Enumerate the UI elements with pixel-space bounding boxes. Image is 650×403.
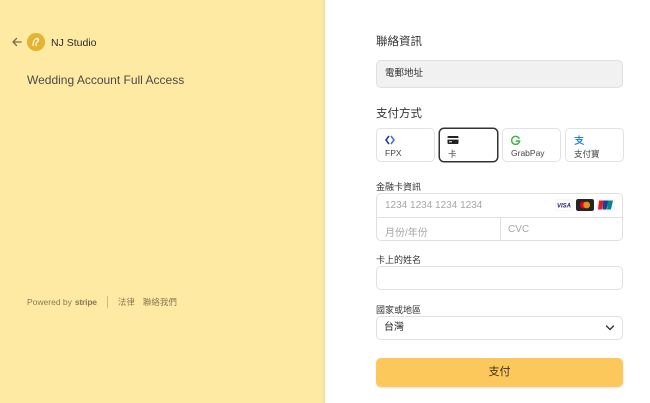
payment-method-grabpay[interactable]: GrabPay bbox=[502, 128, 561, 162]
method-label: FPX bbox=[385, 148, 402, 158]
merchant-panel: NJ Studio Wedding Account Full Access Po… bbox=[0, 0, 325, 403]
country-label: 國家或地區 bbox=[376, 305, 422, 315]
mastercard-icon bbox=[576, 199, 594, 211]
unionpay-icon bbox=[597, 199, 615, 211]
method-label: GrabPay bbox=[511, 148, 545, 158]
expiry-input[interactable]: 月份/年份 bbox=[385, 224, 428, 239]
name-on-card-label: 卡上的姓名 bbox=[376, 255, 422, 265]
card-brands: VISA bbox=[555, 199, 615, 211]
method-label: 支付寶 bbox=[574, 149, 600, 159]
card-col-divider bbox=[500, 218, 501, 241]
card-number-input[interactable]: 1234 1234 1234 1234 bbox=[385, 200, 482, 211]
cvc-input[interactable]: CVC bbox=[508, 224, 529, 235]
credit-card-icon bbox=[447, 136, 459, 144]
footer-divider bbox=[106, 296, 108, 308]
alipay-icon bbox=[574, 135, 585, 145]
product-name: Wedding Account Full Access bbox=[27, 73, 185, 87]
name-on-card-input[interactable] bbox=[376, 266, 623, 290]
contact-heading: 聯絡資訊 bbox=[376, 36, 422, 48]
pay-button[interactable]: 支付 bbox=[376, 358, 623, 387]
checkout-form: 聯絡資訊 電郵地址 支付方式 FPX 卡 GrabPay 支付寶 金融卡資訊 1… bbox=[325, 0, 650, 403]
payment-method-alipay[interactable]: 支付寶 bbox=[565, 128, 624, 162]
country-value: 台灣 bbox=[384, 322, 404, 333]
fpx-icon bbox=[385, 135, 395, 145]
visa-icon: VISA bbox=[555, 199, 573, 211]
stripe-logo[interactable]: stripe bbox=[75, 297, 97, 307]
card-info-label: 金融卡資訊 bbox=[376, 182, 422, 192]
method-label: 卡 bbox=[448, 149, 457, 159]
powered-by-label: Powered by bbox=[27, 297, 72, 307]
grabpay-icon bbox=[510, 135, 521, 145]
merchant-name[interactable]: NJ Studio bbox=[51, 37, 97, 49]
email-field[interactable]: 電郵地址 bbox=[376, 60, 623, 88]
footer: Powered by stripe 法律 聯絡我們 bbox=[27, 296, 185, 308]
payment-method-card[interactable]: 卡 bbox=[439, 128, 498, 162]
arrow-left-icon[interactable] bbox=[11, 36, 23, 48]
legal-link[interactable]: 法律 bbox=[118, 296, 135, 308]
payment-method-fpx[interactable]: FPX bbox=[376, 128, 435, 162]
payment-method-heading: 支付方式 bbox=[376, 108, 422, 120]
chevron-down-icon bbox=[605, 325, 615, 331]
contact-us-link[interactable]: 聯絡我們 bbox=[143, 296, 177, 308]
svg-text:VISA: VISA bbox=[557, 204, 571, 210]
card-input-group: 1234 1234 1234 1234 VISA 月份/年份 CVC bbox=[376, 193, 623, 241]
country-select[interactable]: 台灣 bbox=[376, 316, 623, 340]
studio-logo bbox=[27, 33, 45, 51]
